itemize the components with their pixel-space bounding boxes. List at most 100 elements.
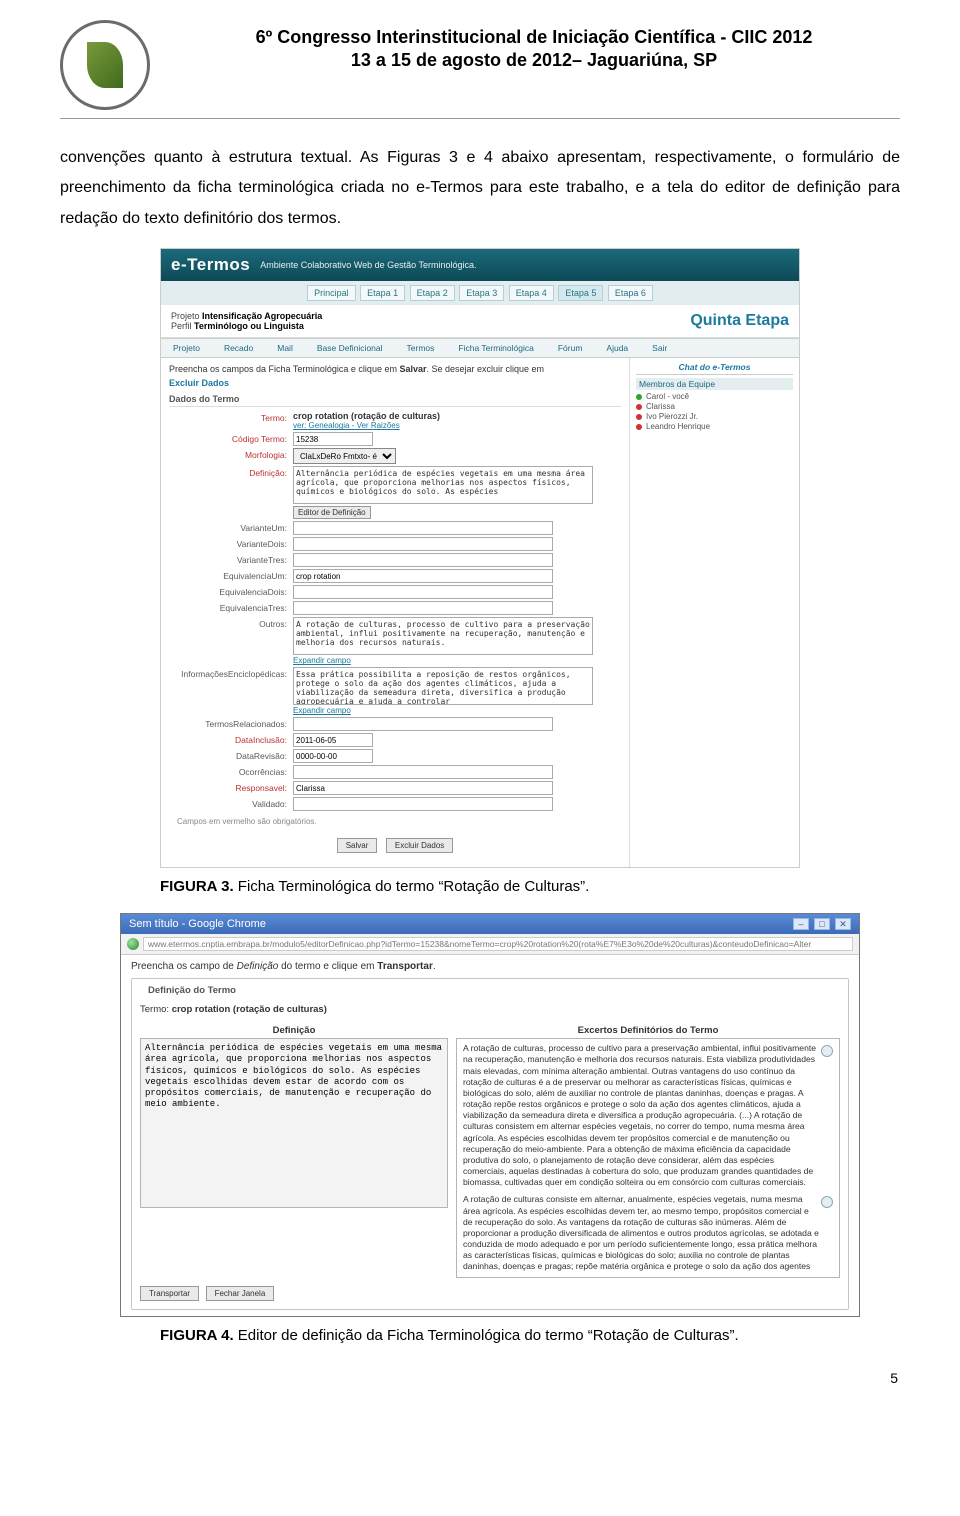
menu-item[interactable]: Mail xyxy=(265,339,305,357)
browser-buttons: Transportar Fechar Janela xyxy=(140,1278,840,1303)
stage-tab[interactable]: Etapa 1 xyxy=(360,285,405,301)
page-header: 6º Congresso Interinstitucional de Inici… xyxy=(60,20,900,110)
editor-definicao-button[interactable]: Editor de Definição xyxy=(293,506,371,519)
lbl-morf: Morfologia: xyxy=(169,448,287,460)
profile-name: Terminólogo ou Linguista xyxy=(194,321,304,331)
leaf-icon xyxy=(87,42,123,88)
lbl-resp: Responsavel: xyxy=(169,781,287,793)
menu-item[interactable]: Fórum xyxy=(546,339,595,357)
variantedois-input[interactable] xyxy=(293,537,553,551)
excluir-button[interactable]: Excluir Dados xyxy=(386,838,453,853)
menu-item[interactable]: Projeto xyxy=(161,339,212,357)
panel-legend: Definição do Termo xyxy=(144,985,240,996)
lbl-def: Definição: xyxy=(169,466,287,478)
expand-link[interactable]: Expandir campo xyxy=(293,656,351,665)
lbl-infoenc: InformaçõesEnciclopédicas: xyxy=(169,667,287,679)
etermos-menu: Projeto Recado Mail Base Definicional Te… xyxy=(161,338,799,358)
excerpts-column: Excertos Definitórios do Termo A rotação… xyxy=(456,1023,840,1278)
menu-item[interactable]: Sair xyxy=(640,339,679,357)
eq2-input[interactable] xyxy=(293,585,553,599)
lbl-var1: VarianteUm: xyxy=(169,521,287,533)
outros-textarea[interactable]: A rotação de culturas, processo de culti… xyxy=(293,617,593,655)
globe-icon xyxy=(127,938,139,950)
chat-user[interactable]: Carol - você xyxy=(636,392,793,401)
variantetres-input[interactable] xyxy=(293,553,553,567)
lbl-var2: VarianteDois: xyxy=(169,537,287,549)
chat-user-name: Carol - você xyxy=(646,392,689,401)
window-titlebar: Sem título - Google Chrome – □ ✕ xyxy=(121,914,859,934)
expand-link-2[interactable]: Expandir campo xyxy=(293,706,351,715)
lbl-datain: DataInclusão: xyxy=(169,733,287,745)
bi-b: do termo e clique em xyxy=(278,961,377,972)
term-label: Termo: xyxy=(140,1004,169,1015)
termrel-input[interactable] xyxy=(293,717,553,731)
stage-tab[interactable]: Etapa 2 xyxy=(410,285,455,301)
varianteum-input[interactable] xyxy=(293,521,553,535)
menu-item[interactable]: Recado xyxy=(212,339,265,357)
transportar-button[interactable]: Transportar xyxy=(140,1286,199,1301)
chat-user-name: Ivo Pierozzi Jr. xyxy=(646,412,698,421)
excluir-dados-link[interactable]: Excluir Dados xyxy=(169,378,229,388)
menu-item[interactable]: Ajuda xyxy=(594,339,640,357)
close-icon[interactable]: ✕ xyxy=(835,918,851,930)
definition-column: Definição Alternância periódica de espéc… xyxy=(140,1023,448,1278)
ocor-input[interactable] xyxy=(293,765,553,779)
resp-input[interactable] xyxy=(293,781,553,795)
fechar-janela-button[interactable]: Fechar Janela xyxy=(206,1286,275,1301)
eq1-input[interactable] xyxy=(293,569,553,583)
chat-user[interactable]: Clarissa xyxy=(636,402,793,411)
eq3-input[interactable] xyxy=(293,601,553,615)
header-line2: 13 a 15 de agosto de 2012– Jaguariúna, S… xyxy=(168,49,900,72)
url-field[interactable]: www.etermos.cnptia.embrapa.br/modulo5/ed… xyxy=(143,937,853,951)
lbl-codigo: Código Termo: xyxy=(169,432,287,444)
minimize-icon[interactable]: – xyxy=(793,918,809,930)
datarev-input[interactable] xyxy=(293,749,373,763)
stage-tab[interactable]: Etapa 3 xyxy=(459,285,504,301)
excerpts-box[interactable]: A rotação de culturas, processo de culti… xyxy=(456,1038,840,1278)
codigo-input[interactable] xyxy=(293,432,373,446)
menu-item[interactable]: Base Definicional xyxy=(305,339,395,357)
instr-b: Salvar xyxy=(399,364,426,374)
etermos-brand-sub: Ambiente Colaborativo Web de Gestão Term… xyxy=(260,260,476,270)
maximize-icon[interactable]: □ xyxy=(814,918,830,930)
datain-input[interactable] xyxy=(293,733,373,747)
etermos-titlebar: e-Termos Ambiente Colaborativo Web de Ge… xyxy=(161,249,799,281)
bi-a: Preencha os campo de xyxy=(131,961,237,972)
valid-input[interactable] xyxy=(293,797,553,811)
menu-item[interactable]: Termos xyxy=(395,339,447,357)
definition-textarea[interactable]: Alternância periódica de espécies vegeta… xyxy=(140,1038,448,1208)
chat-user[interactable]: Ivo Pierozzi Jr. xyxy=(636,412,793,421)
stage-tab[interactable]: Principal xyxy=(307,285,356,301)
stage-tab[interactable]: Etapa 6 xyxy=(608,285,653,301)
browser-instruction: Preencha os campo de Definição do termo … xyxy=(131,961,849,972)
project-info: Projeto Intensificação Agropecuária Perf… xyxy=(171,311,322,331)
menu-item[interactable]: Ficha Terminológica xyxy=(446,339,545,357)
window-title: Sem título - Google Chrome xyxy=(129,918,266,930)
lbl-outros: Outros: xyxy=(169,617,287,629)
stage-tab[interactable]: Etapa 4 xyxy=(509,285,554,301)
browser-document: Preencha os campo de Definição do termo … xyxy=(121,955,859,1316)
termo-links[interactable]: ver: Genealogia - Ver Raizões xyxy=(293,421,621,430)
instr-a: Preencha os campos da Ficha Terminológic… xyxy=(169,364,399,374)
bi-strong: Transportar xyxy=(377,961,433,972)
col-head-ex: Excertos Definitórios do Termo xyxy=(456,1023,840,1038)
conference-logo xyxy=(60,20,150,110)
morfologia-select[interactable]: ClaLxDeRo Fmtxto- é xyxy=(293,448,396,464)
status-dot-offline-icon xyxy=(636,424,642,430)
chat-user[interactable]: Leandro Henrique xyxy=(636,422,793,431)
termo-value: crop rotation (rotação de culturas) xyxy=(293,411,621,421)
required-note: Campos em vermelho são obrigatórios. xyxy=(169,813,621,830)
infoenc-textarea[interactable]: Essa prática possibilita a reposição de … xyxy=(293,667,593,705)
profile-label: Perfil xyxy=(171,321,192,331)
instruction-text: Preencha os campos da Ficha Terminológic… xyxy=(169,364,621,374)
lbl-var3: VarianteTres: xyxy=(169,553,287,565)
status-dot-online-icon xyxy=(636,394,642,400)
stage-tab-selected[interactable]: Etapa 5 xyxy=(558,285,603,301)
lbl-eq1: EquivalenciaUm: xyxy=(169,569,287,581)
window-controls: – □ ✕ xyxy=(791,918,851,930)
split-columns: Definição Alternância periódica de espéc… xyxy=(140,1023,840,1278)
definicao-textarea[interactable]: Alternância periódica de espécies vegeta… xyxy=(293,466,593,504)
screenshot-browser: Sem título - Google Chrome – □ ✕ www.ete… xyxy=(120,913,860,1317)
figure3-caption: FIGURA 3. Ficha Terminológica do termo “… xyxy=(160,878,900,895)
salvar-button[interactable]: Salvar xyxy=(337,838,378,853)
